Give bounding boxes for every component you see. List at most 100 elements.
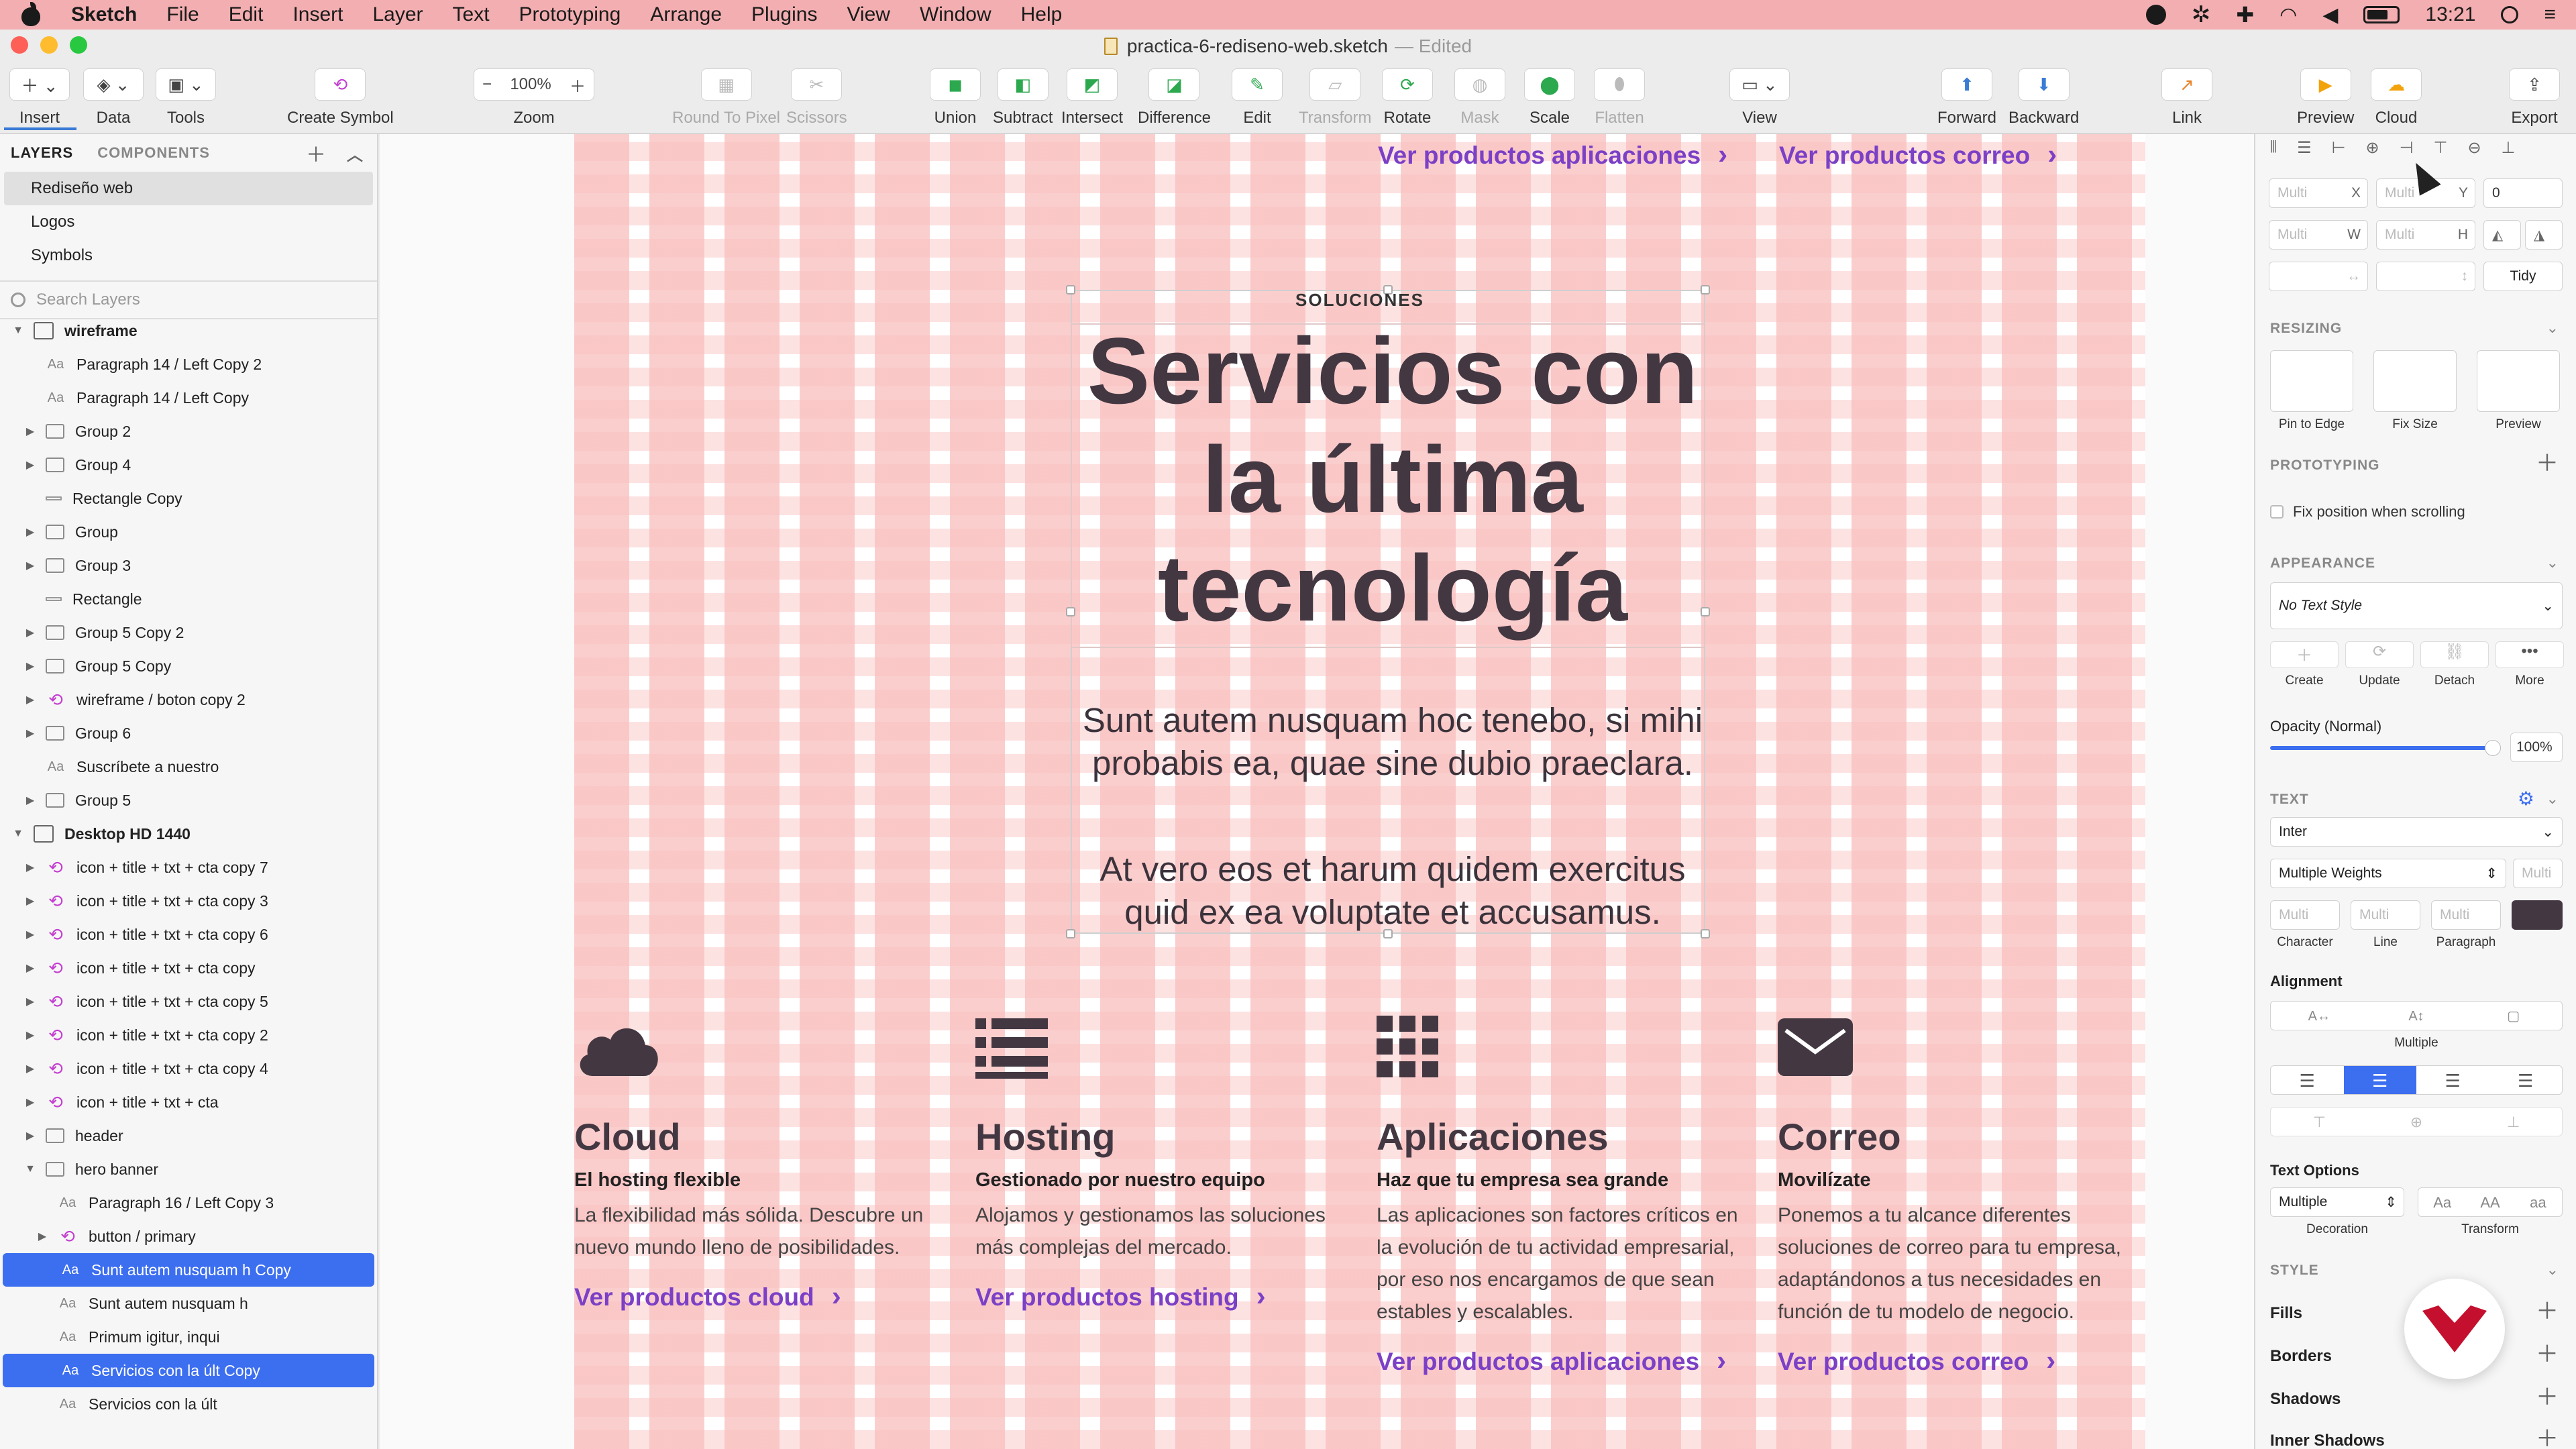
cloud-button[interactable]: ☁ Cloud [2371,68,2422,127]
disclosure-closed-icon[interactable]: ▶ [24,1095,36,1109]
layer-row[interactable]: ▶ ⟲ icon + title + txt + cta copy 2 [0,1018,377,1052]
transform-titlecase[interactable]: Aa [2418,1188,2466,1216]
detach-style-button[interactable]: ⛓ Detach [2420,641,2489,688]
chevron-down-icon[interactable]: ⌄ [2546,790,2559,808]
preview-button[interactable]: ▶ Preview [2297,68,2354,127]
layer-row[interactable]: Aa Paragraph 14 / Left Copy [0,381,377,415]
tab-layers[interactable]: LAYERS [11,144,73,162]
add-shadow-icon[interactable]: ＋ [2536,1386,2559,1409]
layer-row[interactable]: Rectangle Copy [0,482,377,515]
page-item[interactable]: Logos [0,205,377,239]
disclosure-closed-icon[interactable]: ▶ [24,659,36,673]
disclosure-closed-icon[interactable]: ▶ [24,693,36,706]
apple-icon[interactable] [20,2,42,26]
rotate-button[interactable]: ⟳ Rotate [1382,68,1433,127]
mask-button[interactable]: ◍ Mask [1454,68,1505,127]
tools-button[interactable]: ▣ ⌄ Tools [156,68,216,127]
menu-file[interactable]: File [166,3,199,26]
align-text-middle-icon[interactable]: ⊕ [2368,1108,2465,1136]
menu-prototyping[interactable]: Prototyping [519,3,621,26]
create-symbol-button[interactable]: ⟲ Create Symbol [287,68,394,127]
width-field[interactable]: Multi W [2269,220,2368,250]
line-height-field[interactable]: Multi [2351,900,2420,930]
slider-thumb[interactable] [2485,740,2501,756]
layer-row[interactable]: ▶ ⟲ icon + title + txt + cta copy [0,951,377,985]
align-bottom-icon[interactable]: ⊥ [2502,138,2516,158]
page-item[interactable]: Rediseño web [4,172,373,205]
layer-row[interactable]: ▶ Group 5 Copy [0,649,377,683]
menu-app-sketch[interactable]: Sketch [71,3,137,26]
layer-row[interactable]: ▶ Group 3 [0,549,377,582]
tab-components[interactable]: COMPONENTS [97,144,210,162]
chevron-down-icon[interactable]: ⌄ [2546,1261,2559,1279]
collapse-pages-icon[interactable]: ︿ [347,142,364,165]
layer-row[interactable]: ▼ wireframe [0,314,377,347]
record-icon[interactable] [2145,5,2166,25]
layer-row[interactable]: ▶ Group 5 Copy 2 [0,616,377,649]
checkbox[interactable] [2270,505,2284,519]
disclosure-closed-icon[interactable]: ▶ [24,928,36,941]
height-field[interactable]: Multi H [2376,220,2475,250]
zoom-window-button[interactable] [70,36,87,54]
layer-row[interactable]: Aa Servicios con la últ Copy [3,1354,374,1387]
font-size-field[interactable]: Multi [2513,859,2563,888]
disclosure-closed-icon[interactable]: ▶ [24,727,36,740]
difference-button[interactable]: ◪ Difference [1138,68,1211,127]
add-fill-icon[interactable]: ＋ [2536,1300,2559,1323]
text-color-swatch[interactable] [2512,900,2563,930]
disclosure-open-icon[interactable]: ▼ [12,828,24,840]
menu-help[interactable]: Help [1021,3,1063,26]
update-style-button[interactable]: ⟳ Update [2345,641,2414,688]
layer-row[interactable]: Aa Paragraph 14 / Left Copy 2 [0,347,377,381]
layer-row[interactable]: ▶ Group [0,515,377,549]
vertical-align-control[interactable]: ⊤ ⊕ ⊥ [2270,1107,2563,1136]
menu-layer[interactable]: Layer [372,3,423,26]
align-text-center-icon[interactable]: ☰ [2343,1066,2416,1094]
wifi-icon[interactable]: ◠ [2279,3,2297,27]
disclosure-closed-icon[interactable]: ▶ [24,458,36,472]
align-middle-icon[interactable]: ⊖ [2467,138,2481,158]
layer-row[interactable]: Aa Servicios con la últ [0,1387,377,1421]
more-style-button[interactable]: ••• More [2496,641,2564,688]
layer-row[interactable]: ▶ ⟲ icon + title + txt + cta copy 6 [0,918,377,951]
canvas[interactable]: Ver productos aplicaciones Ver productos… [380,134,2254,1449]
add-inner-shadow-icon[interactable]: ＋ [2536,1428,2559,1449]
layer-row[interactable]: ▼ hero banner [0,1152,377,1186]
card-aplicaciones[interactable]: Aplicaciones Haz que tu empresa sea gran… [1377,1016,1752,1377]
intersect-button[interactable]: ◩ Intersect [1061,68,1123,127]
opacity-slider[interactable] [2270,740,2501,756]
layer-row[interactable]: ▶ ⟲ icon + title + txt + cta copy 5 [0,985,377,1018]
menu-insert[interactable]: Insert [292,3,343,26]
layer-row[interactable]: ▶ Group 6 [0,716,377,750]
align-left-icon[interactable]: ⊢ [2332,138,2346,158]
menu-plugins[interactable]: Plugins [751,3,817,26]
pin-to-edge-control[interactable] [2270,350,2353,412]
align-text-bottom-icon[interactable]: ⊥ [2465,1108,2562,1136]
align-text-left-icon[interactable]: ☰ [2271,1066,2344,1094]
edit-button[interactable]: ✎ Edit [1232,68,1283,127]
union-button[interactable]: ◼ Union [930,68,981,127]
paragraph-spacing-field[interactable]: Multi [2431,900,2501,930]
insert-button[interactable]: ＋ ⌄ Insert [9,68,70,127]
disclosure-closed-icon[interactable]: ▶ [24,1028,36,1042]
search-input[interactable]: Search Layers [36,290,140,309]
x-field[interactable]: Multi X [2269,178,2368,208]
layer-row[interactable]: ▶ Group 5 [0,784,377,817]
disclosure-closed-icon[interactable]: ▶ [24,961,36,975]
auto-width-icon[interactable]: A↔ [2271,1002,2368,1030]
transform-lowercase[interactable]: aa [2514,1188,2562,1216]
puzzle-icon[interactable]: ✚ [2236,2,2254,28]
transform-uppercase[interactable]: AA [2466,1188,2514,1216]
top-link-aplicaciones[interactable]: Ver productos aplicaciones [1378,138,1727,170]
decoration-select[interactable]: Multiple ⇕ [2270,1187,2404,1217]
align-top-icon[interactable]: ⊤ [2434,138,2448,158]
menu-view[interactable]: View [847,3,890,26]
layer-row[interactable]: ▶ ⟲ icon + title + txt + cta [0,1085,377,1119]
add-prototyping-icon[interactable]: ＋ [2536,452,2559,475]
layer-row[interactable]: ▶ ⟲ button / primary [0,1220,377,1253]
font-weight-select[interactable]: Multiple Weights ⇕ [2270,859,2506,888]
card-link[interactable]: Ver productos cloud [574,1280,950,1312]
layer-row[interactable]: Aa Sunt autem nusquam h Copy [3,1253,374,1287]
hero-title[interactable]: Servicios con la última tecnología [1071,317,1715,643]
disclosure-closed-icon[interactable]: ▶ [24,861,36,874]
